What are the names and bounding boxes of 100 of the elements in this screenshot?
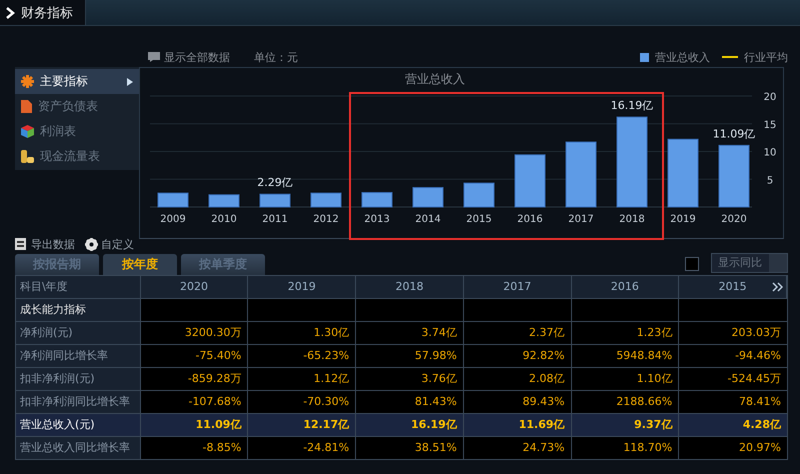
table-cell: -24.81%	[248, 437, 356, 459]
table-cell: 203.03万	[679, 322, 787, 344]
table-cell: 89.43%	[464, 391, 572, 413]
cube-icon	[21, 125, 34, 138]
export-icon	[15, 238, 28, 250]
x-axis-label: 2012	[313, 214, 339, 225]
table-cell: -65.23%	[248, 345, 356, 367]
sidebar-item[interactable]: 利润表	[15, 119, 139, 144]
table-cell: 5948.84%	[572, 345, 680, 367]
table-cell: 20.97%	[679, 437, 787, 459]
row-label: 净利润同比增长率	[16, 345, 141, 367]
x-axis-label: 2018	[619, 214, 645, 225]
table-cell: 2188.66%	[572, 391, 680, 413]
checkbox[interactable]	[685, 257, 699, 271]
table-cell: 9.37亿	[572, 414, 680, 436]
chart-title: 营业总收入	[405, 71, 465, 88]
x-axis-label: 2019	[670, 214, 696, 225]
x-axis-label: 2016	[517, 214, 543, 225]
x-axis-label: 2020	[721, 214, 747, 225]
table-cell: 118.70%	[572, 437, 680, 459]
comment-icon	[148, 52, 160, 62]
y-axis-label: 15	[764, 120, 776, 131]
bar	[668, 138, 698, 208]
table-cell: -8.85%	[140, 437, 248, 459]
value-label: 2.29亿	[257, 176, 293, 190]
table-cell: 3200.30万	[140, 322, 248, 344]
coins-icon	[21, 150, 34, 163]
bar	[514, 154, 546, 208]
action-link[interactable]: 导出数据	[15, 236, 75, 252]
action-link[interactable]: 自定义	[85, 236, 134, 252]
bar	[566, 142, 596, 208]
bar	[464, 182, 494, 208]
table-cell: 3.76亿	[356, 368, 464, 390]
y-axis-label: 20	[764, 92, 776, 103]
bar	[412, 187, 444, 208]
table-cell: 2.37亿	[464, 322, 572, 344]
table-cell: 24.73%	[464, 437, 572, 459]
table-cell: 1.12亿	[248, 368, 356, 390]
column-header: 2019	[248, 276, 356, 298]
bar	[362, 192, 392, 208]
panel-title: 财务指标	[0, 0, 86, 25]
compare-dropdown[interactable]: 显示同比	[711, 253, 788, 273]
row-label: 成长能力指标	[16, 299, 141, 321]
row-label: 扣非净利润同比增长率	[16, 391, 141, 413]
table-cell: 57.98%	[356, 345, 464, 367]
sidebar-item[interactable]: 资产负债表	[15, 94, 139, 119]
table-cell: 11.69亿	[464, 414, 572, 436]
legend-swatch	[640, 52, 649, 62]
table-cell: 4.28亿	[679, 414, 787, 436]
table-cell: -94.46%	[679, 345, 787, 367]
table-cell: 2.08亿	[464, 368, 572, 390]
table-cell: 81.43%	[356, 391, 464, 413]
table-cell: 1.30亿	[248, 322, 356, 344]
play-arrow-icon	[127, 78, 133, 86]
x-axis-label: 2017	[568, 214, 594, 225]
table-cell: -859.28万	[140, 368, 248, 390]
sidebar-item[interactable]: 现金流量表	[15, 144, 139, 169]
document-icon	[21, 100, 32, 113]
column-header: 2016	[572, 276, 680, 298]
table-cell: -70.30%	[248, 391, 356, 413]
column-header: 2017	[464, 276, 572, 298]
row-label: 净利润(元)	[16, 322, 141, 344]
row-label: 营业总收入(元)	[16, 414, 141, 436]
column-header: 2020	[140, 276, 248, 298]
x-axis-label: 2009	[160, 214, 186, 225]
table-cell: 1.23亿	[572, 322, 680, 344]
y-axis-label: 5	[766, 175, 774, 186]
table-cell: 38.51%	[356, 437, 464, 459]
bar	[310, 192, 342, 208]
chevron-icon	[6, 6, 15, 18]
legend-label: 行业平均	[744, 50, 788, 64]
tab[interactable]: 按年度	[103, 254, 177, 275]
tab[interactable]: 按单季度	[181, 254, 265, 275]
row-label: 扣非净利润(元)	[16, 368, 141, 390]
y-axis-label: 10	[764, 148, 776, 158]
show-all-link[interactable]: 显示全部数据	[164, 50, 230, 64]
tab[interactable]: 按报告期	[15, 254, 99, 275]
table-cell: 92.82%	[464, 345, 572, 367]
column-header: 2015	[679, 276, 787, 298]
x-axis-label: 2010	[211, 214, 237, 225]
sidebar-item[interactable]: 主要指标	[15, 69, 139, 94]
bar	[260, 194, 290, 208]
value-label: 11.09亿	[712, 127, 756, 140]
bar	[208, 194, 240, 208]
legend-label: 营业总收入	[655, 50, 710, 64]
asterisk-icon	[21, 75, 34, 88]
row-label: 营业总收入同比增长率	[16, 437, 141, 459]
table-cell: 78.41%	[679, 391, 787, 413]
table-cell: -75.40%	[140, 345, 248, 367]
value-label: 16.19亿	[610, 99, 654, 112]
x-axis-label: 2014	[415, 214, 441, 225]
table-cell: 1.10亿	[572, 368, 680, 390]
double-chevron-icon[interactable]	[772, 282, 783, 292]
x-axis-label: 2013	[364, 214, 390, 225]
gear-icon	[85, 238, 98, 250]
table-cell: -107.68%	[140, 391, 248, 413]
table-cell: 16.19亿	[356, 414, 464, 436]
table-cell: -524.45万	[679, 368, 787, 390]
x-axis-label: 2011	[262, 214, 288, 225]
bar	[718, 144, 750, 208]
